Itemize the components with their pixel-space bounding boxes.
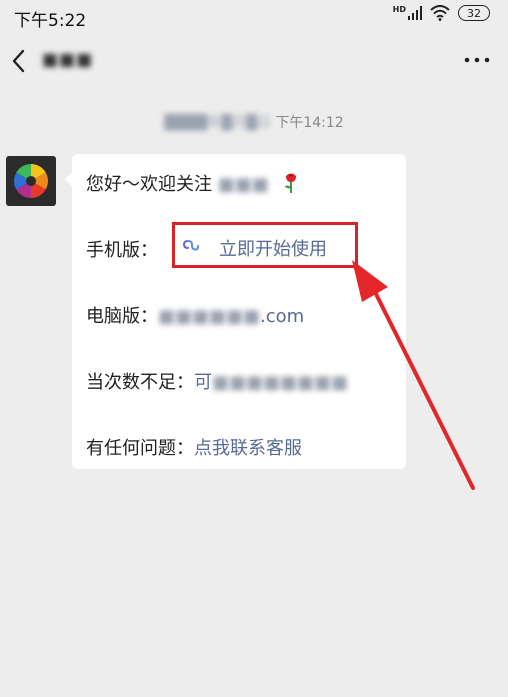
message-bubble: 您好～欢迎关注 ■■■ 手机版： 立即开始使用 电脑版：■■■■■■.com 当… [65,154,406,469]
start-using-button[interactable]: 立即开始使用 [172,222,358,268]
greeting-text: 您好～欢迎关注 [86,174,212,195]
status-icons: HD 32 [393,5,490,21]
mobile-version-label: 手机版： [86,240,158,261]
insufficient-label: 当次数不足： [86,372,194,393]
rose-icon [284,173,296,193]
chevron-left-icon[interactable] [8,48,32,74]
timestamp-time: 下午14:12 [270,115,344,131]
message-timestamp: ████年█月█日 下午14:12 [0,112,508,132]
avatar[interactable] [6,156,56,206]
pc-url-blurred[interactable]: ■■■■■■ [158,306,260,327]
pc-version-line: 电脑版：■■■■■■.com [86,302,304,328]
battery-indicator: 32 [458,5,490,21]
question-line: 有任何问题：点我联系客服 [86,434,302,460]
contact-support-link[interactable]: 点我联系客服 [194,438,302,459]
greeting-line: 您好～欢迎关注 ■■■ [86,170,301,196]
pc-url-suffix[interactable]: .com [260,306,304,327]
nav-bar: ■■■ [0,38,508,86]
insufficient-link-blurred[interactable]: ■■■■■■■■ [212,372,348,393]
hd-label: HD [392,4,406,14]
insufficient-prefix: 可 [194,372,212,393]
greeting-account-name: ■■■ [217,174,269,195]
pc-version-label: 电脑版： [86,306,158,327]
more-icon[interactable] [464,52,490,68]
link-icon [182,240,199,251]
status-bar: 下午5:22 HD 32 [0,0,508,32]
start-using-label: 立即开始使用 [219,239,327,260]
insufficient-line: 当次数不足：可■■■■■■■■ [86,368,348,394]
question-label: 有任何问题： [86,438,194,459]
chat-title: ■■■ [42,50,94,70]
timestamp-date: ████年█月█日 [164,115,271,131]
wifi-icon [430,5,450,21]
signal-icon [408,6,422,20]
status-time: 下午5:22 [14,11,87,31]
